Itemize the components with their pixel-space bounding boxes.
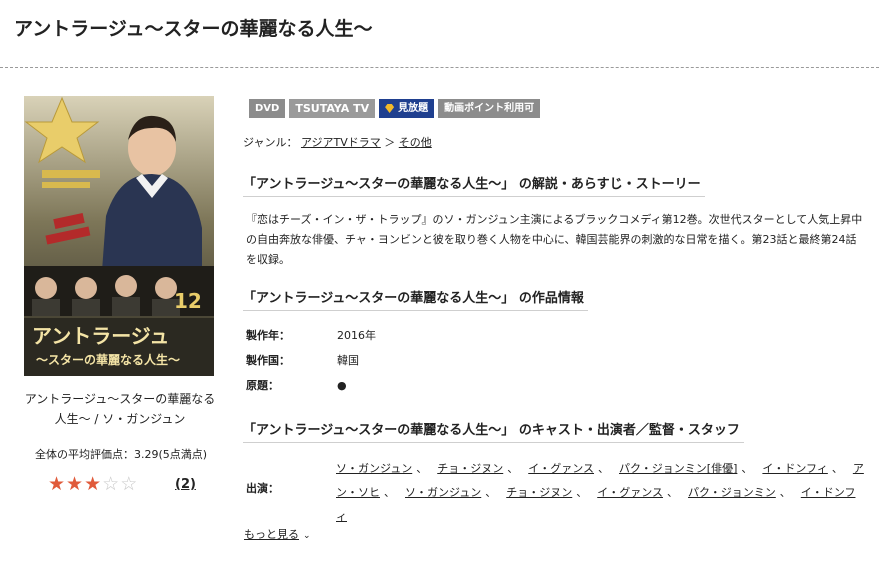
star-empty-icon: ☆ (102, 473, 120, 495)
tsutaya-tv-badge: TSUTAYA TV (289, 99, 376, 118)
cast-separator: 、 (598, 462, 610, 475)
cast-member-link[interactable]: イ・グァンス (597, 486, 663, 499)
star-filled-icon: ★ (48, 473, 66, 495)
title-divider (0, 67, 879, 68)
cast-member-link[interactable]: イ・ドンフィ (762, 462, 827, 475)
genre-breadcrumb: ジャンル： アジアTVドラマ ＞ その他 (243, 134, 432, 150)
cast-separator: 、 (485, 486, 497, 499)
work-info-heading: 「アントラージュ〜スターの華麗なる人生〜」 の作品情報 (243, 287, 588, 311)
synopsis-text: 『恋はチーズ・イン・ザ・トラップ』のソ・ガンジュン主演によるブラックコメディ第1… (246, 213, 863, 266)
cast-member-link[interactable]: ソ・ガンジュン (405, 486, 481, 499)
page-title: アントラージュ〜スターの華麗なる人生〜 (14, 18, 373, 40)
cast-member-link[interactable]: チョ・ジヌン (437, 462, 503, 475)
review-count-link[interactable]: (2) (175, 477, 196, 492)
info-value-production-year: 2016年 (337, 329, 376, 342)
star-filled-icon: ★ (66, 473, 84, 495)
cover-title-line1: アントラージュ (32, 324, 169, 348)
mihodai-badge-label: 見放題 (398, 103, 429, 114)
show-more-label: もっと見る (244, 528, 299, 541)
cast-list: ソ・ガンジュン、チョ・ジヌン、イ・グァンス、パク・ジョンミン[俳優]、イ・ドンフ… (336, 457, 866, 529)
genre-link-other[interactable]: その他 (399, 136, 432, 149)
cast-member-link[interactable]: パク・ジョンミン[俳優] (619, 462, 737, 475)
cover-volume-number: 12 (174, 289, 202, 313)
cover-caption: アントラージュ〜スターの華麗なる人生〜 / ソ・ガンジュン (24, 392, 216, 426)
cast-separator: 、 (576, 486, 588, 499)
show-more-link[interactable]: もっと見る ⌄ (244, 526, 311, 542)
cast-separator: 、 (831, 462, 843, 475)
cast-separator: 、 (741, 462, 753, 475)
cover-title-line2: 〜スターの華麗なる人生〜 (36, 352, 180, 367)
cast-label: 出演： (246, 482, 279, 495)
genre-link-asian-tv-drama[interactable]: アジアTVドラマ (301, 136, 381, 149)
info-label-production-country: 製作国： (246, 354, 290, 367)
cast-member-link[interactable]: パク・ジョンミン (688, 486, 776, 499)
mihodai-badge: 見放題 (379, 99, 435, 118)
badge-row: DVD TSUTAYA TV 見放題 動画ポイント利用可 (249, 99, 541, 118)
chevron-down-icon: ⌄ (303, 531, 311, 541)
cast-separator: 、 (384, 486, 395, 499)
video-points-badge: 動画ポイント利用可 (438, 99, 541, 118)
info-label-production-year: 製作年： (246, 329, 290, 342)
dvd-badge: DVD (249, 99, 286, 118)
gem-icon (385, 104, 395, 113)
cast-member-link[interactable]: チョ・ジヌン (506, 486, 572, 499)
genre-label: ジャンル： (243, 136, 298, 149)
cast-separator: 、 (507, 462, 519, 475)
cast-heading: 「アントラージュ〜スターの華麗なる人生〜」 のキャスト・出演者／監督・スタッフ (243, 419, 744, 443)
synopsis-heading: 「アントラージュ〜スターの華麗なる人生〜」 の解説・あらすじ・ストーリー (243, 173, 705, 197)
cast-member-link[interactable]: ソ・ガンジュン (336, 462, 412, 475)
info-label-original-title: 原題： (246, 379, 279, 392)
star-filled-icon: ★ (84, 473, 102, 495)
genre-separator: ＞ (384, 136, 396, 149)
average-rating-text: 全体の平均評価点：3.29(5点満点) (34, 448, 208, 461)
dvd-cover-image[interactable]: 12 アントラージュ 〜スターの華麗なる人生〜 (24, 96, 214, 376)
rating-stars: ★ ★ ★ ☆ ☆ (48, 474, 137, 494)
cast-member-link[interactable]: イ・グァンス (528, 462, 594, 475)
cast-separator: 、 (416, 462, 428, 475)
info-value-original-title: ● (337, 379, 347, 392)
cast-separator: 、 (779, 486, 791, 499)
star-empty-icon: ☆ (120, 473, 138, 495)
cast-separator: 、 (667, 486, 679, 499)
info-value-production-country: 韓国 (337, 354, 359, 367)
